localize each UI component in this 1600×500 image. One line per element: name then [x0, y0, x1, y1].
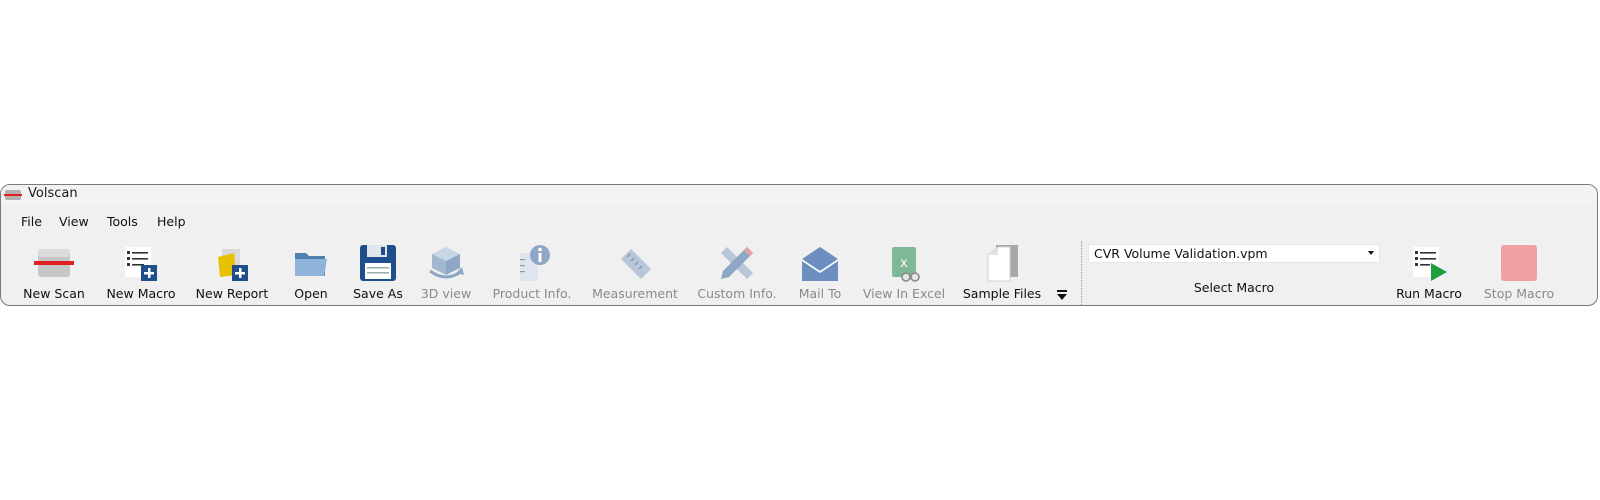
3d-view-button[interactable]: 3D view [417, 239, 475, 305]
save-as-label: Save As [353, 286, 403, 301]
stop-macro-label: Stop Macro [1483, 286, 1555, 301]
new-report-button[interactable]: New Report [191, 239, 273, 305]
macro-select-value: CVR Volume Validation.vpm [1094, 246, 1268, 261]
toolbar-overflow-dropdown-icon[interactable] [1055, 289, 1069, 301]
select-macro-label: Select Macro [1193, 280, 1275, 295]
svg-text:x: x [900, 256, 908, 271]
menu-tools[interactable]: Tools [103, 213, 142, 230]
3d-view-label: 3D view [420, 286, 472, 301]
product-info-label: Product Info. [492, 286, 572, 301]
view-in-excel-label: View In Excel [862, 286, 946, 301]
mail-to-label: Mail To [798, 286, 842, 301]
folder-open-icon [295, 253, 327, 276]
excel-icon: x [892, 247, 920, 282]
open-button[interactable]: Open [285, 239, 337, 305]
new-report-label: New Report [195, 286, 269, 301]
scanner-icon [34, 249, 74, 277]
custom-info-label: Custom Info. [697, 286, 777, 301]
custom-info-button[interactable]: Custom Info. [693, 239, 781, 305]
stop-macro-button[interactable]: Stop Macro [1479, 239, 1559, 305]
pencil-ruler-icon [721, 247, 753, 279]
new-macro-icon [125, 247, 157, 281]
open-label: Open [294, 286, 328, 301]
new-macro-button[interactable]: New Macro [101, 239, 181, 305]
run-macro-button[interactable]: Run Macro [1391, 239, 1467, 305]
new-scan-label: New Scan [23, 286, 85, 301]
run-macro-icon [1413, 247, 1447, 281]
new-macro-label: New Macro [106, 286, 176, 301]
run-macro-label: Run Macro [1396, 286, 1462, 301]
files-icon [987, 245, 1018, 282]
product-info-icon [520, 245, 550, 281]
measurement-button[interactable]: Measurement [589, 239, 681, 305]
menu-help[interactable]: Help [153, 213, 190, 230]
sample-files-button[interactable]: Sample Files [959, 239, 1045, 305]
app-window: Volscan File View Tools Help New Scan Ne… [0, 184, 1598, 306]
volscan-app-icon [4, 190, 22, 200]
window-title: Volscan [28, 186, 78, 201]
chevron-down-icon[interactable] [1368, 251, 1374, 255]
cube-rotate-icon [429, 247, 464, 279]
view-in-excel-button[interactable]: x View In Excel [859, 239, 949, 305]
sample-files-label: Sample Files [962, 286, 1042, 301]
stop-icon [1501, 245, 1537, 281]
product-info-button[interactable]: Product Info. [487, 239, 577, 305]
menu-view[interactable]: View [55, 213, 93, 230]
envelope-icon [802, 247, 838, 281]
save-as-button[interactable]: Save As [349, 239, 407, 305]
floppy-disk-icon [360, 245, 396, 281]
new-scan-button[interactable]: New Scan [21, 239, 87, 305]
macro-select-dropdown[interactable]: CVR Volume Validation.vpm [1088, 244, 1380, 263]
ruler-icon [621, 249, 651, 279]
measurement-label: Measurement [592, 286, 678, 301]
mail-to-button[interactable]: Mail To [793, 239, 847, 305]
menu-file[interactable]: File [17, 213, 46, 230]
title-bar: Volscan [1, 185, 1597, 205]
toolbar-separator [1081, 241, 1082, 305]
new-report-icon [218, 249, 248, 281]
